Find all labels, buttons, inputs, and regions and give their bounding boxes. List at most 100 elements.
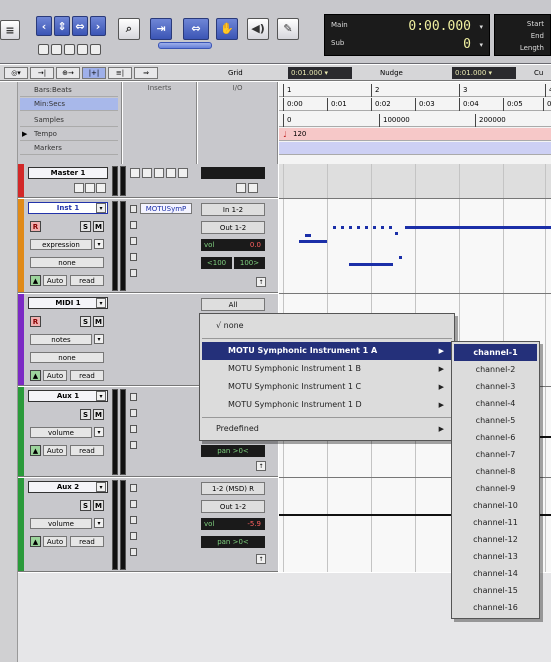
param-dropdown-icon[interactable]: ▾ (94, 334, 104, 344)
automation-param[interactable]: expression (30, 239, 92, 250)
insert-marker[interactable] (130, 221, 137, 229)
menu-item-instrument-c[interactable]: MOTU Symphonic Instrument 1 C ▶ (202, 378, 452, 396)
ruler-tempo[interactable]: Tempo (20, 128, 118, 141)
insert-slot[interactable] (178, 168, 188, 178)
grid-mode-button[interactable]: ≡| (108, 67, 132, 79)
min-secs-ruler[interactable]: 0:00 0:01 0:02 0:03 0:04 0:05 0 (279, 98, 551, 111)
trim-tool-button[interactable]: ⇥ (150, 18, 172, 40)
input-selector[interactable]: 1-2 (MSD) R (201, 482, 265, 495)
midi-note[interactable] (357, 226, 360, 229)
insert-slot[interactable] (142, 168, 152, 178)
midi-note[interactable] (333, 226, 336, 229)
selector-tool-button[interactable]: ⇔ (183, 18, 209, 40)
insert-marker[interactable] (130, 409, 137, 417)
link-button[interactable]: ⇒ (134, 67, 158, 79)
midi-note[interactable] (349, 263, 393, 266)
automation-param[interactable]: volume (30, 518, 92, 529)
auto-mode[interactable]: read (70, 275, 104, 286)
insert-marker[interactable] (130, 269, 137, 277)
track-extra-icon[interactable]: ↑ (256, 277, 266, 287)
menu-item-instrument-b[interactable]: MOTU Symphonic Instrument 1 B ▶ (202, 360, 452, 378)
insert-marker[interactable] (130, 532, 137, 540)
insert-marker[interactable] (130, 441, 137, 449)
mute-button[interactable]: M (93, 221, 104, 232)
volume-display[interactable]: vol 0.0 (201, 239, 265, 251)
insert-slot[interactable] (166, 168, 176, 178)
slip-button[interactable]: |+| (82, 67, 106, 79)
auto-mode[interactable]: read (70, 445, 104, 456)
ruler-bars-beats[interactable]: Bars:Beats (20, 84, 118, 97)
channel-item-9[interactable]: channel-9 (454, 480, 537, 497)
track-extra-icon[interactable]: ↑ (256, 461, 266, 471)
midi-note[interactable] (299, 240, 327, 243)
midi-note[interactable] (349, 226, 352, 229)
insert-marker[interactable] (130, 393, 137, 401)
insert-marker[interactable] (130, 425, 137, 433)
master-mini-5[interactable] (248, 183, 258, 193)
zoom-tool-button[interactable]: ⌕ (118, 18, 140, 40)
zoom-in-button[interactable]: › (90, 16, 106, 36)
track-extra-icon[interactable]: ↑ (256, 554, 266, 564)
channel-item-3[interactable]: channel-3 (454, 378, 537, 395)
midi-note[interactable] (381, 226, 384, 229)
channel-item-1[interactable]: channel-1 (454, 344, 537, 361)
main-counter-value[interactable]: 0:00.000 (408, 19, 471, 34)
channel-item-15[interactable]: channel-15 (454, 582, 537, 599)
mute-button[interactable]: M (93, 500, 104, 511)
solo-button[interactable]: S (80, 409, 91, 420)
solo-button[interactable]: S (80, 500, 91, 511)
volume-display[interactable]: vol -5.9 (201, 518, 265, 530)
midi-input-selector[interactable]: All (201, 298, 265, 311)
track-menu-icon[interactable]: ▾ (96, 482, 106, 492)
channel-item-12[interactable]: channel-12 (454, 531, 537, 548)
insert-marker[interactable] (130, 205, 137, 213)
nudge-value-field[interactable]: 0:01.000 ▾ (452, 67, 516, 79)
ruler-markers[interactable]: Markers (20, 142, 118, 155)
input-selector[interactable]: In 1-2 (201, 203, 265, 216)
automation-param-2[interactable]: none (30, 352, 104, 363)
master-mini-2[interactable] (85, 183, 95, 193)
automation-param[interactable]: notes (30, 334, 92, 345)
automation-icon[interactable]: ▲ (30, 536, 41, 547)
track-name[interactable]: Master 1 (28, 167, 108, 179)
sub-counter-value[interactable]: 0 (463, 37, 471, 52)
markers-ruler[interactable] (279, 142, 551, 155)
record-enable-button[interactable]: R (30, 316, 41, 327)
mute-button[interactable]: M (93, 409, 104, 420)
solo-button[interactable]: S (80, 221, 91, 232)
tempo-ruler[interactable]: ♩ 120 (279, 128, 551, 141)
channel-item-14[interactable]: channel-14 (454, 565, 537, 582)
master-mini-1[interactable] (74, 183, 84, 193)
pan-display[interactable]: pan >0< (201, 536, 265, 548)
channel-item-11[interactable]: channel-11 (454, 514, 537, 531)
insert-marker[interactable] (130, 484, 137, 492)
samples-ruler[interactable]: 0 100000 200000 (279, 114, 551, 127)
zoom-vertical-button[interactable]: ⇕ (54, 16, 70, 36)
channel-item-10[interactable]: channel-10 (454, 497, 537, 514)
output-selector[interactable]: Out 1-2 (201, 221, 265, 234)
midi-note[interactable] (399, 256, 402, 259)
bars-ruler[interactable]: 1 2 3 4 (279, 84, 551, 97)
master-volume[interactable] (201, 167, 265, 179)
tempo-marker-icon[interactable]: ♩ (283, 128, 287, 141)
menu-item-none[interactable]: √ none (202, 317, 452, 335)
insert-marker[interactable] (130, 548, 137, 556)
insert-plugin[interactable]: MOTUSymP (140, 203, 192, 214)
smart-tool-bar[interactable] (158, 42, 212, 49)
main-counter-dropdown-icon[interactable]: ▾ (479, 23, 483, 31)
channel-item-7[interactable]: channel-7 (454, 446, 537, 463)
insert-marker[interactable] (130, 237, 137, 245)
zoom-out-button[interactable]: ‹ (36, 16, 52, 36)
channel-item-13[interactable]: channel-13 (454, 548, 537, 565)
insert-marker[interactable] (130, 516, 137, 524)
pencil-tool-button[interactable]: ✎ (277, 18, 299, 40)
channel-item-8[interactable]: channel-8 (454, 463, 537, 480)
scrubber-tool-button[interactable]: ◀) (247, 18, 269, 40)
midi-note[interactable] (389, 226, 392, 229)
channel-item-2[interactable]: channel-2 (454, 361, 537, 378)
midi-note[interactable] (341, 226, 344, 229)
midi-note[interactable] (405, 226, 551, 229)
track-menu-icon[interactable]: ▾ (96, 203, 106, 213)
pan-left[interactable]: <100 (201, 257, 232, 269)
automation-icon[interactable]: ▲ (30, 445, 41, 456)
